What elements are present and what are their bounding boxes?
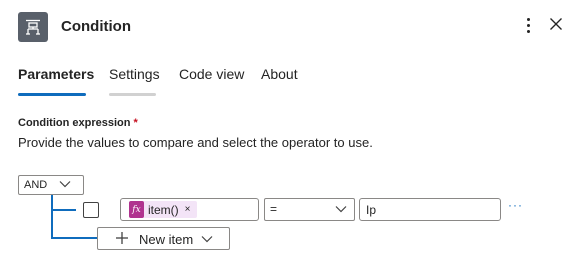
panel-title: Condition <box>61 18 131 35</box>
new-item-button[interactable]: New item <box>97 227 230 250</box>
operator-dropdown[interactable]: = <box>264 198 355 221</box>
label-text: Condition expression <box>18 117 131 129</box>
tab-code-view[interactable]: Code view <box>179 66 245 96</box>
tab-label: Settings <box>109 66 160 82</box>
condition-description: Provide the values to compare and select… <box>18 135 373 150</box>
operator-value: = <box>270 202 278 216</box>
tab-about[interactable]: About <box>261 66 301 96</box>
group-operator-value: AND <box>24 179 48 191</box>
token-remove-icon[interactable]: × <box>185 204 191 215</box>
tab-settings[interactable]: Settings <box>109 66 160 96</box>
required-mark: * <box>133 117 138 129</box>
tree-connector-vertical <box>51 195 53 238</box>
panel-header: Condition <box>0 0 584 54</box>
new-item-label: New item <box>139 232 194 247</box>
fx-icon: fx <box>129 201 144 218</box>
chevron-down-icon <box>335 206 347 213</box>
chevron-down-icon <box>201 236 213 243</box>
tab-hover-indicator <box>109 93 156 96</box>
more-vertical-icon[interactable] <box>519 15 537 39</box>
token-label: item() <box>148 202 179 217</box>
tab-active-indicator <box>18 93 86 96</box>
condition-expression-label: Condition expression * <box>18 117 138 129</box>
tree-connector-row <box>51 209 76 211</box>
tab-label: Parameters <box>18 66 95 82</box>
tab-label: Code view <box>179 66 245 82</box>
row-select-checkbox[interactable] <box>83 202 99 218</box>
left-operand-field[interactable]: fx item() × <box>120 198 259 221</box>
close-icon[interactable] <box>549 17 567 35</box>
tab-parameters[interactable]: Parameters <box>18 66 94 96</box>
tab-label: About <box>261 66 298 82</box>
right-operand-input[interactable] <box>359 198 501 221</box>
condition-icon <box>18 12 48 42</box>
tree-connector-new-item <box>51 237 97 239</box>
row-more-icon[interactable]: ··· <box>508 198 524 216</box>
group-operator-dropdown[interactable]: AND <box>18 175 84 195</box>
expression-token[interactable]: fx item() × <box>129 201 197 218</box>
add-icon <box>116 232 128 244</box>
chevron-down-icon <box>59 181 71 188</box>
